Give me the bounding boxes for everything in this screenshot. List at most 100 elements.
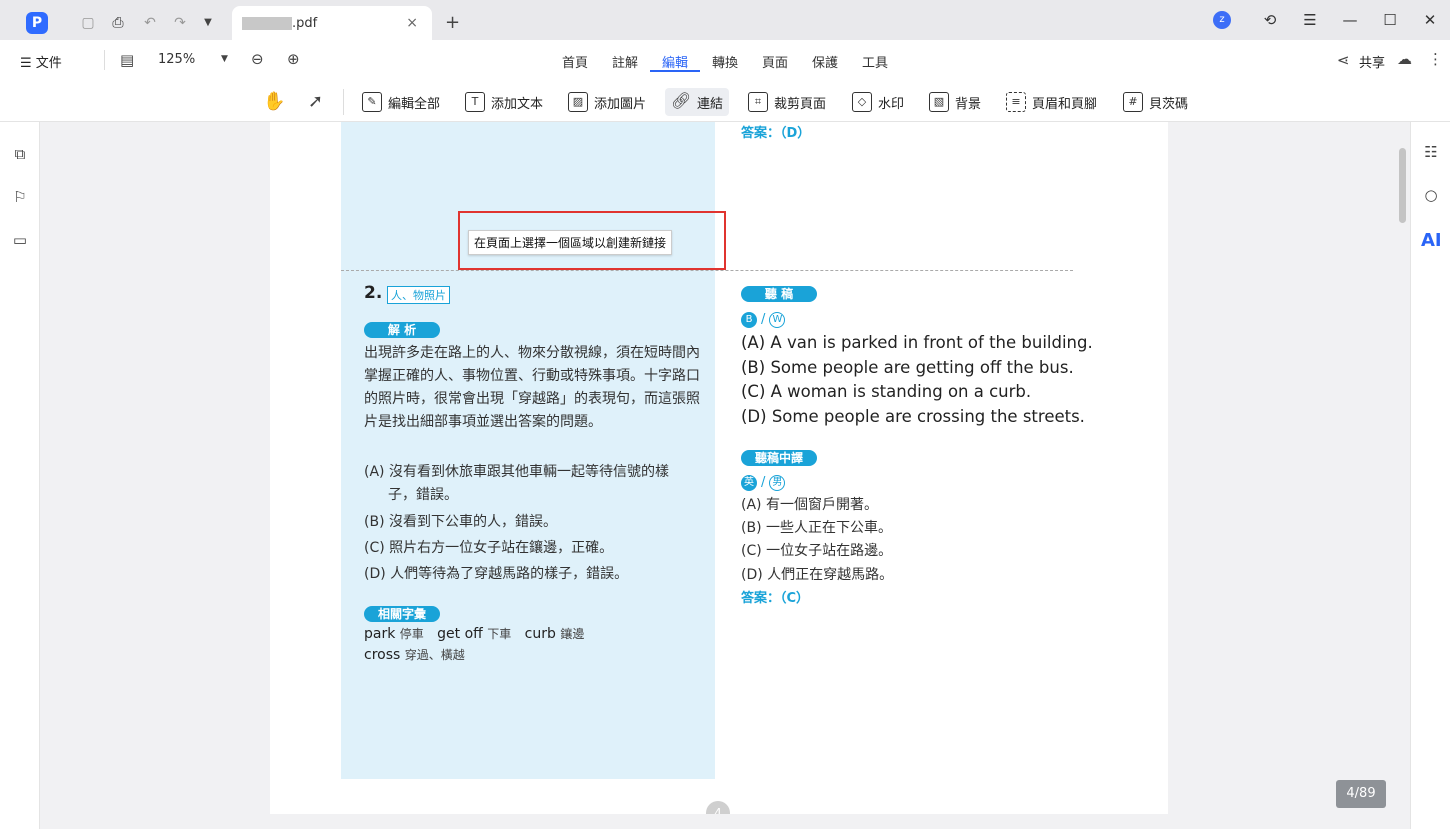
add-text-button[interactable]: T 添加文本	[461, 88, 547, 116]
background-label: 背景	[955, 96, 982, 112]
active-tab-underline	[650, 70, 700, 72]
speaker-badge: B	[741, 311, 757, 328]
bates-button[interactable]: # 貝茨碼	[1119, 88, 1192, 116]
background-button[interactable]: ▧ 背景	[925, 88, 985, 116]
translation-line-b: (B) 一些人正在下公車。	[741, 520, 892, 536]
vocab-row-2: cross 穿過、橫越	[364, 646, 465, 663]
option-c-zh: (C) 照片右方一位女子站在鑲邊，正確。	[364, 540, 614, 556]
share-button[interactable]: 共享	[1359, 52, 1385, 71]
share-icon[interactable]: ⋖	[1337, 51, 1350, 69]
question-category-tag: 人、物照片	[387, 286, 450, 304]
header-footer-label: 頁眉和頁腳	[1032, 96, 1098, 112]
left-sidebar: ⧉ ⚐ ▭	[0, 122, 40, 829]
edit-toolbar: ✋ ➚ ✎ 編輯全部 T 添加文本 ▨ 添加圖片 🔗︎ 連結 ⌗ 裁剪頁面 ◇ 水印 ▧ 背景…	[0, 81, 1450, 122]
link-button[interactable]: 🔗︎ 連結	[665, 88, 730, 116]
divider	[104, 50, 105, 70]
nav-comment[interactable]: 註解	[612, 52, 638, 71]
undo-icon[interactable]: ↶	[141, 14, 159, 32]
speaker-badge: 英	[741, 474, 757, 491]
tab-filename: .pdf	[292, 16, 318, 31]
edit-all-label: 編輯全部	[388, 96, 441, 112]
ai-assistant-button[interactable]: AI	[1421, 230, 1442, 251]
document-tab[interactable]: .pdf ×	[232, 6, 432, 40]
analysis-label: 解 析	[364, 322, 440, 338]
link-selection-area[interactable]: 在頁面上選擇一個區域以創建新鏈接	[458, 211, 726, 270]
nav-tools[interactable]: 工具	[862, 52, 888, 71]
title-bar: P ▢ ⎙ ↶ ↷ ▼ .pdf × + z ⟲ ☰ — ☐ ✕	[0, 0, 1450, 40]
menu-icon[interactable]: ☰	[1300, 10, 1320, 30]
speaker-row-zh: 英 / 男	[741, 472, 786, 491]
print-icon[interactable]: ⎙	[109, 14, 127, 32]
minimize-icon[interactable]: —	[1340, 10, 1360, 30]
nav-protect[interactable]: 保護	[812, 52, 838, 71]
analysis-text: 出現許多走在路上的人、物來分散視線，須在短時間內掌握正確的人、事物位置、行動或特…	[364, 345, 700, 430]
cloud-upload-icon[interactable]: ☁	[1397, 50, 1412, 68]
quick-access-dropdown-icon[interactable]: ▼	[199, 14, 217, 32]
thumbnail-icon[interactable]: ⧉	[10, 144, 30, 164]
file-menu-button[interactable]: ☰ 文件	[20, 52, 62, 71]
crop-page-button[interactable]: ⌗ 裁剪頁面	[744, 88, 830, 116]
background-icon: ▧	[929, 92, 949, 112]
zoom-dropdown-icon[interactable]: ▼	[221, 54, 228, 64]
answer: 答案：（C）	[741, 591, 810, 606]
vocab-zh: 穿過、橫越	[404, 648, 465, 662]
nav-page[interactable]: 頁面	[762, 52, 788, 71]
pdf-page[interactable]: 答案：（D） 在頁面上選擇一個區域以創建新鏈接 2. 人、物照片 解 析 出現許…	[270, 122, 1168, 814]
vocab-zh: 停車	[399, 627, 424, 641]
user-avatar[interactable]: z	[1213, 11, 1231, 29]
vocab-en: park	[364, 626, 396, 642]
bookmark-icon[interactable]: ⚐	[10, 187, 30, 207]
save-icon[interactable]: ▢	[79, 14, 97, 32]
question-number: 2.	[364, 283, 383, 303]
redacted-filename	[242, 17, 292, 30]
vocab-en: get off	[437, 626, 483, 642]
maximize-icon[interactable]: ☐	[1380, 10, 1400, 30]
bates-label: 貝茨碼	[1149, 96, 1189, 112]
add-image-button[interactable]: ▨ 添加圖片	[564, 88, 650, 116]
watermark-icon: ◇	[852, 92, 872, 112]
page-view-icon[interactable]: ▤	[120, 51, 134, 69]
divider	[343, 89, 344, 115]
new-tab-button[interactable]: +	[445, 12, 460, 33]
link-icon: 🔗︎	[671, 91, 692, 110]
zoom-out-icon[interactable]: ⊖	[251, 50, 264, 68]
nav-convert[interactable]: 轉換	[712, 52, 738, 71]
edit-all-button[interactable]: ✎ 編輯全部	[358, 88, 444, 116]
close-window-icon[interactable]: ✕	[1420, 10, 1440, 30]
nav-home[interactable]: 首頁	[562, 52, 588, 71]
tab-close-icon[interactable]: ×	[406, 15, 418, 31]
add-text-icon: T	[465, 92, 485, 112]
zoom-in-icon[interactable]: ⊕	[287, 50, 300, 68]
script-line-a: (A) A van is parked in front of the buil…	[741, 333, 1093, 352]
properties-icon[interactable]: ☷	[1421, 142, 1441, 162]
zoom-level[interactable]: 125%	[158, 52, 195, 67]
search-icon[interactable]: ○	[1421, 185, 1441, 205]
translation-line-c: (C) 一位女子站在路邊。	[741, 543, 893, 559]
script-line-d: (D) Some people are crossing the streets…	[741, 407, 1085, 426]
comment-icon[interactable]: ▭	[10, 230, 30, 250]
sync-icon[interactable]: ⟲	[1260, 10, 1280, 30]
more-icon[interactable]: ⋮	[1428, 50, 1443, 68]
app-logo-icon: P	[26, 12, 48, 34]
watermark-button[interactable]: ◇ 水印	[848, 88, 908, 116]
translation-line-d: (D) 人們正在穿越馬路。	[741, 567, 894, 583]
hamburger-icon: ☰	[20, 56, 36, 71]
page-indicator[interactable]: 4/89	[1336, 780, 1386, 808]
hand-tool-icon[interactable]: ✋	[263, 91, 285, 112]
redo-icon[interactable]: ↷	[171, 14, 189, 32]
right-sidebar: ☷ ○ AI	[1410, 122, 1450, 829]
crop-page-label: 裁剪頁面	[774, 96, 827, 112]
add-text-label: 添加文本	[491, 96, 544, 112]
file-menu-label: 文件	[35, 56, 62, 71]
header-footer-button[interactable]: ≡ 頁眉和頁腳	[1002, 88, 1101, 116]
script-line-b: (B) Some people are getting off the bus.	[741, 358, 1074, 377]
vocab-label: 相關字彙	[364, 606, 440, 622]
link-label: 連結	[697, 96, 724, 112]
speaker-row-en: B / W	[741, 309, 786, 328]
speaker-badge: W	[769, 311, 786, 328]
vocab-en: cross	[364, 647, 401, 663]
select-tool-icon[interactable]: ➚	[308, 91, 323, 112]
vertical-scrollbar-thumb[interactable]	[1399, 148, 1406, 223]
nav-edit[interactable]: 編輯	[662, 52, 688, 71]
page-footer-number: 4	[706, 801, 730, 814]
